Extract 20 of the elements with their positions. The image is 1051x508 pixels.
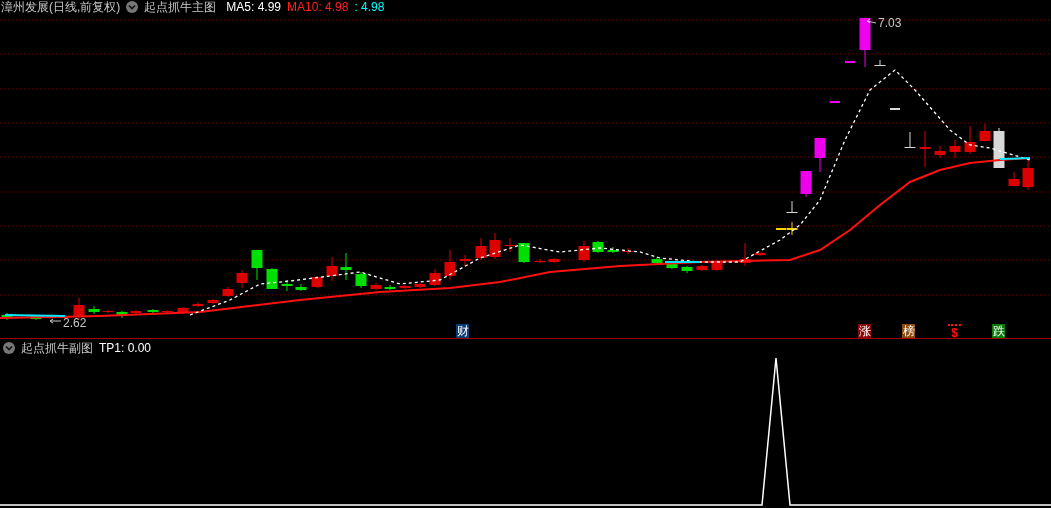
chevron-down-icon[interactable] <box>126 1 139 13</box>
chevron-down-icon[interactable] <box>3 342 15 354</box>
low-price-label: 2.62 <box>63 316 87 330</box>
indicator-value: MA10: 4.98 <box>287 0 349 14</box>
chart-title: 漳州发展(日线,前复权) <box>0 0 121 14</box>
signal-badge: 榜 <box>902 324 915 338</box>
trend-line-segment <box>999 157 1031 160</box>
signal-badge: 财 <box>456 324 469 338</box>
signal-badge: 涨 <box>858 324 871 338</box>
indicator-name: 起点抓牛主图 <box>144 0 217 14</box>
indicator-value: MA5: 4.99 <box>226 0 282 14</box>
trend-line-segment <box>664 261 701 263</box>
signal-badge: 跌 <box>992 324 1005 338</box>
indicator-name: 起点抓牛副图 <box>21 341 93 355</box>
arrow-icon <box>866 18 877 26</box>
high-price-label: 7.03 <box>878 16 902 30</box>
trend-line-segment <box>4 314 66 317</box>
arrow-icon <box>49 318 62 326</box>
indicator-value: TP1: 0.00 <box>99 341 152 355</box>
indicator-value: : 4.98 <box>354 0 385 14</box>
